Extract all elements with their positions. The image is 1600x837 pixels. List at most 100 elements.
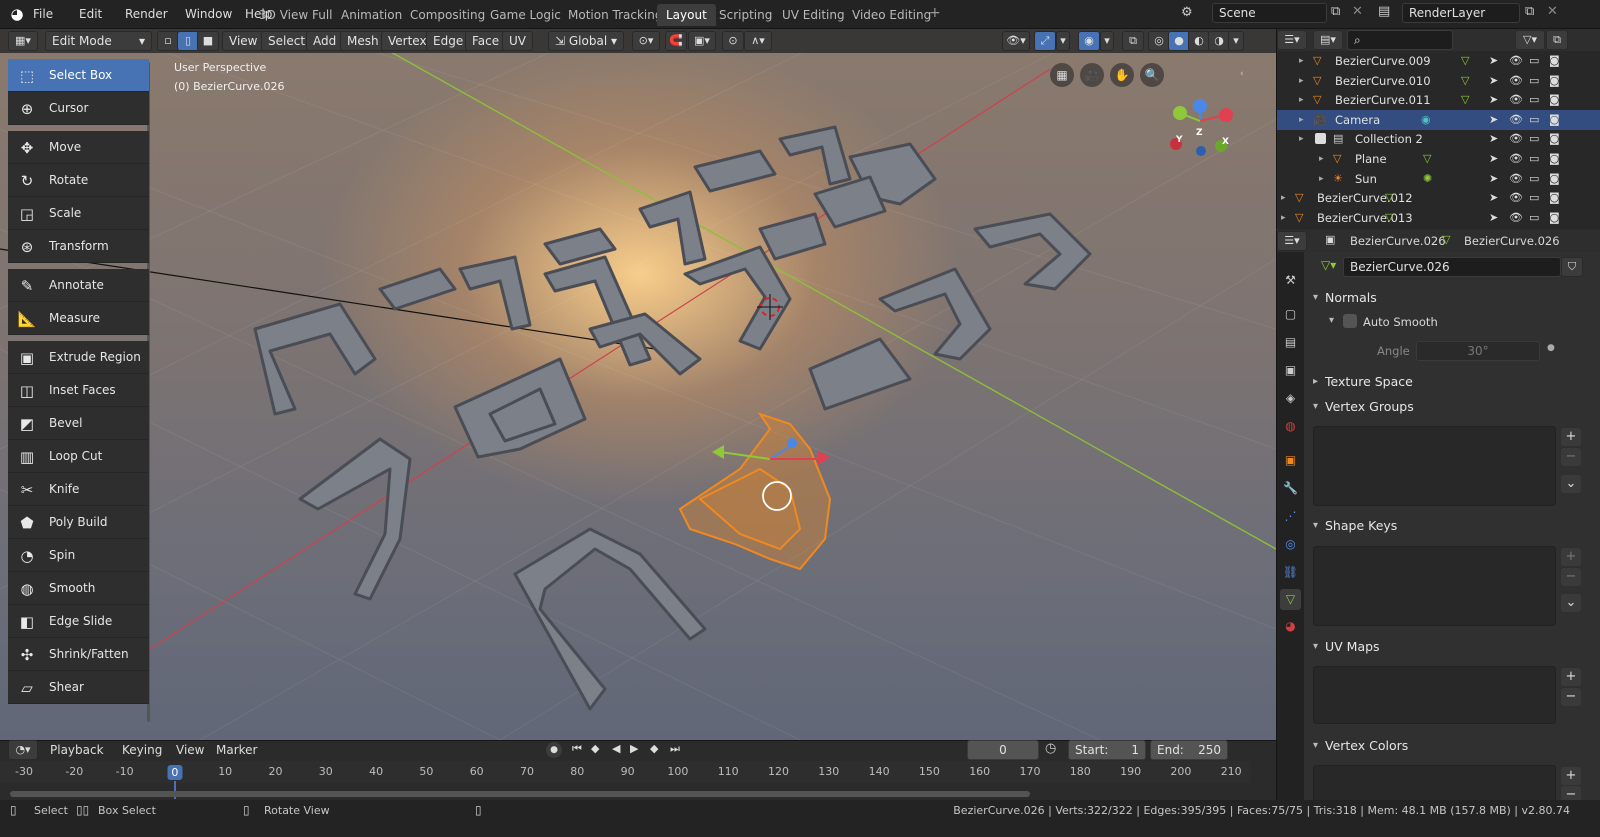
outliner-row-collection-2[interactable]: ▸ ▤ Collection 2 ➤ 👁 ▭ ◙: [1277, 129, 1600, 149]
outliner-row-beziercurve-010[interactable]: ▸ ▽ BezierCurve.010 ▽ ➤ 👁 ▭ ◙: [1277, 71, 1600, 91]
menu-render[interactable]: Render: [119, 3, 174, 25]
new-view-layer-icon[interactable]: ⧉: [1525, 4, 1534, 19]
viewport-menu-select[interactable]: Select: [261, 31, 313, 51]
select-arrow-icon[interactable]: ➤: [1489, 188, 1498, 208]
tool-shear[interactable]: ▱ Shear: [8, 671, 149, 704]
object-data-icon[interactable]: ▽: [1385, 208, 1393, 228]
render-camera-icon[interactable]: ◙: [1549, 110, 1560, 130]
physics-tab-icon[interactable]: ◎: [1280, 534, 1301, 555]
timeline-scrollbar[interactable]: [10, 791, 1030, 797]
eye-icon[interactable]: 👁: [1509, 90, 1523, 110]
eye-icon[interactable]: 👁: [1509, 129, 1523, 149]
outliner-row-camera[interactable]: ▸ 🎥 Camera ◉ ➤ 👁 ▭ ◙: [1277, 109, 1600, 130]
pan-view-icon[interactable]: ✋: [1110, 63, 1134, 87]
xray-icon[interactable]: ⧉: [1122, 31, 1144, 51]
remove-shape-key-icon[interactable]: −: [1561, 568, 1581, 586]
proportional-edit-icon[interactable]: ⊙: [722, 31, 744, 51]
uv-maps-panel[interactable]: UV Maps: [1309, 636, 1595, 658]
jump-end-icon[interactable]: ⏭: [670, 742, 680, 756]
object-data-icon[interactable]: ▽: [1385, 188, 1393, 208]
select-arrow-icon[interactable]: ➤: [1489, 71, 1498, 91]
mesh-data-tab-icon[interactable]: ▽: [1280, 589, 1301, 610]
render-camera-icon[interactable]: ◙: [1549, 129, 1560, 149]
expand-arrow-icon[interactable]: ▸: [1299, 71, 1304, 91]
orientation-selector[interactable]: ⇲ Global ▾: [548, 31, 624, 51]
editor-type-icon[interactable]: ▦▾: [8, 31, 38, 51]
select-arrow-icon[interactable]: ➤: [1489, 208, 1498, 228]
visibility-icon[interactable]: 👁▾: [1002, 31, 1030, 51]
vertex-select-icon[interactable]: ▫: [157, 31, 179, 51]
mesh-name-field[interactable]: BezierCurve.026: [1343, 257, 1561, 277]
eye-icon[interactable]: 👁: [1509, 149, 1523, 169]
gizmo-toggle-icon[interactable]: ⤢: [1034, 31, 1056, 51]
overlay-menu-icon[interactable]: ▾: [1100, 31, 1114, 51]
vertex-groups-panel[interactable]: Vertex Groups: [1309, 396, 1595, 418]
selected-mesh[interactable]: [678, 412, 832, 571]
select-arrow-icon[interactable]: ➤: [1489, 169, 1498, 189]
edge-select-icon[interactable]: ▯: [177, 31, 199, 51]
eye-icon[interactable]: 👁: [1509, 188, 1523, 208]
start-frame-field[interactable]: Start: 1: [1068, 740, 1146, 760]
eye-icon[interactable]: 👁: [1509, 71, 1523, 91]
expand-arrow-icon[interactable]: ▸: [1281, 188, 1286, 208]
render-camera-icon[interactable]: ◙: [1549, 188, 1560, 208]
particles-tab-icon[interactable]: ⋰: [1280, 506, 1301, 527]
filter-icon[interactable]: ▽▾: [1515, 30, 1545, 50]
eye-icon[interactable]: 👁: [1509, 208, 1523, 228]
outliner-search-input[interactable]: ⌕: [1347, 30, 1453, 50]
texture-space-panel[interactable]: Texture Space: [1309, 371, 1595, 393]
viewport-monitor-icon[interactable]: ▭: [1529, 51, 1539, 71]
snap-icon[interactable]: 🧲: [665, 31, 687, 51]
viewport-menu-mesh[interactable]: Mesh: [340, 31, 386, 51]
shape-keys-panel[interactable]: Shape Keys: [1309, 515, 1595, 537]
viewport-menu-uv[interactable]: UV: [502, 31, 533, 51]
tool-move[interactable]: ✥ Move: [8, 131, 149, 164]
select-arrow-icon[interactable]: ➤: [1489, 129, 1498, 149]
outliner-row-sun[interactable]: ▸ ☀ Sun ✺ ➤ 👁 ▭ ◙: [1277, 169, 1600, 189]
end-frame-field[interactable]: End: 250: [1150, 740, 1228, 760]
viewport-monitor-icon[interactable]: ▭: [1529, 149, 1539, 169]
viewport-monitor-icon[interactable]: ▭: [1529, 169, 1539, 189]
object-data-icon[interactable]: ▽: [1461, 90, 1469, 110]
expand-arrow-icon[interactable]: ▸: [1299, 90, 1304, 110]
timeline-menu-playback[interactable]: Playback: [46, 740, 108, 760]
uv-maps-list[interactable]: [1313, 666, 1556, 724]
tool-transform[interactable]: ⊛ Transform: [8, 230, 149, 263]
view-layer-field[interactable]: RenderLayer: [1402, 3, 1520, 23]
tool-smooth[interactable]: ◍ Smooth: [8, 572, 149, 605]
tab-3d-view-full[interactable]: 3D View Full: [250, 4, 342, 26]
add-workspace-button[interactable]: +: [929, 5, 941, 21]
viewport-menu-edge[interactable]: Edge: [426, 31, 471, 51]
render-camera-icon[interactable]: ◙: [1549, 208, 1560, 228]
gizmo-menu-icon[interactable]: ▾: [1056, 31, 1070, 51]
tool-measure[interactable]: 📐 Measure: [8, 302, 149, 335]
add-shape-key-icon[interactable]: +: [1561, 548, 1581, 566]
expand-arrow-icon[interactable]: ▸: [1299, 51, 1304, 71]
view-layer-tab-icon[interactable]: ▣: [1280, 360, 1301, 381]
vertex-colors-panel[interactable]: Vertex Colors: [1309, 735, 1595, 757]
shape-keys-list[interactable]: [1313, 546, 1556, 626]
tab-scripting[interactable]: Scripting: [710, 4, 781, 26]
tab-uv-editing[interactable]: UV Editing: [773, 4, 854, 26]
object-data-icon[interactable]: ✺: [1423, 169, 1432, 189]
tab-motion-tracking[interactable]: Motion Tracking: [559, 4, 671, 26]
normals-panel[interactable]: Normals: [1309, 287, 1595, 309]
face-select-icon[interactable]: ■: [197, 31, 219, 51]
3d-viewport[interactable]: Z X Y ▦▾ Edit Mode ▾ ▫ ▯ ■ View Select Add M…: [0, 29, 1276, 740]
outliner-row-beziercurve-012[interactable]: ▸ ▽ BezierCurve.012 ▽ ➤ 👁 ▭ ◙: [1277, 188, 1600, 208]
select-arrow-icon[interactable]: ➤: [1489, 51, 1498, 71]
tool-edge-slide[interactable]: ◧ Edge Slide: [8, 605, 149, 638]
tab-animation[interactable]: Animation: [332, 4, 411, 26]
output-tab-icon[interactable]: ▤: [1280, 332, 1301, 353]
object-data-icon[interactable]: ◉: [1421, 110, 1431, 130]
outliner-row-beziercurve-013[interactable]: ▸ ▽ BezierCurve.013 ▽ ➤ 👁 ▭ ◙: [1277, 208, 1600, 228]
tool-select-box[interactable]: ⬚ Select Box: [8, 59, 149, 92]
keyframe-dot-icon[interactable]: ●: [1547, 343, 1555, 353]
object-tab-icon[interactable]: ▣: [1280, 450, 1301, 471]
record-icon[interactable]: ●: [546, 742, 562, 758]
expand-arrow-icon[interactable]: ▸: [1299, 129, 1304, 149]
timeline-menu-keying[interactable]: Keying: [118, 740, 166, 760]
auto-smooth-checkbox[interactable]: [1343, 314, 1357, 328]
shading-menu-icon[interactable]: ▾: [1228, 31, 1244, 51]
render-camera-icon[interactable]: ◙: [1549, 90, 1560, 110]
